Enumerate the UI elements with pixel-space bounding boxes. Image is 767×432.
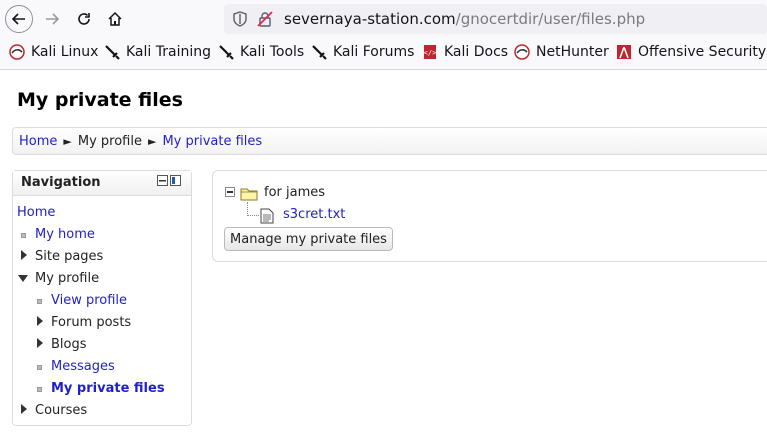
bookmark-kali-training[interactable]: Kali Training [104,44,211,60]
home-button[interactable] [101,5,129,33]
arrow-left-icon [11,13,25,25]
bookmark-offensive-security[interactable]: Offensive Security [616,44,766,60]
text-file-icon [260,208,274,224]
nav-my-home-link[interactable]: My home [35,227,95,242]
expand-arrow-icon[interactable] [21,250,27,260]
kali-dragon-icon [514,44,530,60]
bullet-icon [37,387,42,392]
bookmark-label: Kali Tools [240,44,305,60]
collapse-block-button[interactable] [157,175,168,186]
forward-button[interactable] [38,5,66,33]
arrow-right-icon [46,13,60,25]
bookmark-kali-linux[interactable]: Kali Linux [9,44,98,60]
nav-forum-posts[interactable]: Forum posts [51,315,131,330]
url-text[interactable]: severnaya-station.com/gnocertdir/user/fi… [284,10,645,28]
navigation-title: Navigation [21,175,101,190]
bookmark-label: Kali Linux [31,44,99,60]
bookmark-kali-forums[interactable]: Kali Forums [311,44,414,60]
nav-site-pages[interactable]: Site pages [35,249,103,264]
url-host: severnaya-station.com [284,10,456,28]
folder-icon [240,188,258,201]
bullet-icon [37,299,42,304]
nav-my-home[interactable]: My home [35,227,95,242]
bullet-icon [21,233,26,238]
breadcrumb-home[interactable]: Home [19,134,57,149]
block-controls [157,175,181,186]
folder-label[interactable]: for james [264,185,325,200]
nav-courses[interactable]: Courses [35,403,87,418]
tree-connector [247,202,248,216]
file-link[interactable]: s3cret.txt [283,207,345,222]
page-title: My private files [17,89,183,111]
bookmark-nethunter[interactable]: NetHunter [514,44,609,60]
nav-messages-link[interactable]: Messages [51,359,115,374]
bookmark-label: NetHunter [536,44,609,60]
url-path: /gnocertdir/user/files.php [455,10,646,28]
nav-home[interactable]: Home [17,205,55,220]
home-icon [108,11,122,26]
expand-arrow-icon[interactable] [21,404,27,414]
nav-my-private-files-link[interactable]: My private files [51,381,165,396]
bookmark-kali-docs[interactable]: </> Kali Docs [422,44,508,60]
nav-home-link[interactable]: Home [17,205,55,220]
bullet-icon [37,365,42,370]
insecure-lock-icon[interactable] [257,11,273,27]
tree-connector [247,215,259,216]
bookmark-kali-tools[interactable]: Kali Tools [218,44,304,60]
url-bar[interactable]: severnaya-station.com/gnocertdir/user/fi… [224,4,767,34]
reload-button[interactable] [70,5,98,33]
nav-view-profile-link[interactable]: View profile [51,293,127,308]
navigation-block: Navigation Home My home Site pages My pr… [12,170,192,426]
bookmarks-bar: Kali Linux Kali Training Kali Tools Kali… [0,38,767,70]
back-button[interactable] [5,5,33,33]
expand-arrow-icon[interactable] [37,338,43,348]
nav-messages[interactable]: Messages [51,359,115,374]
offsec-icon [617,45,631,59]
navigation-header: Navigation [13,171,191,196]
kali-sword-icon [219,45,234,60]
kali-sword-icon [312,45,327,60]
browser-toolbar: severnaya-station.com/gnocertdir/user/fi… [0,0,767,38]
svg-text:</>: </> [424,49,437,57]
kali-sword-icon [105,45,120,60]
bookmark-label: Kali Docs [444,44,509,60]
kali-docs-icon: </> [424,45,437,59]
nav-blogs[interactable]: Blogs [51,337,87,352]
manage-private-files-button[interactable]: Manage my private files [224,227,393,251]
bookmark-label: Kali Training [126,44,211,60]
shield-icon[interactable] [232,11,248,27]
collapse-arrow-icon[interactable] [18,275,28,282]
minus-icon [159,180,166,182]
dock-icon [172,177,175,184]
expand-arrow-icon[interactable] [37,316,43,326]
breadcrumb-separator: ► [63,134,72,148]
private-files-panel: for james s3cret.txt Manage my private f… [212,170,767,262]
breadcrumb: Home ► My profile ► My private files [12,127,767,155]
bookmark-label: Offensive Security [638,44,767,60]
nav-view-profile[interactable]: View profile [51,293,127,308]
nav-my-profile[interactable]: My profile [35,271,99,286]
reload-icon [78,13,90,25]
kali-dragon-icon [9,44,25,60]
breadcrumb-current[interactable]: My private files [162,134,262,149]
bookmark-label: Kali Forums [333,44,415,60]
breadcrumb-my-profile: My profile [77,133,142,149]
breadcrumb-separator: ► [147,134,157,148]
tree-collapse-icon[interactable] [225,187,235,197]
nav-my-private-files[interactable]: My private files [51,381,165,396]
dock-block-button[interactable] [170,175,181,186]
